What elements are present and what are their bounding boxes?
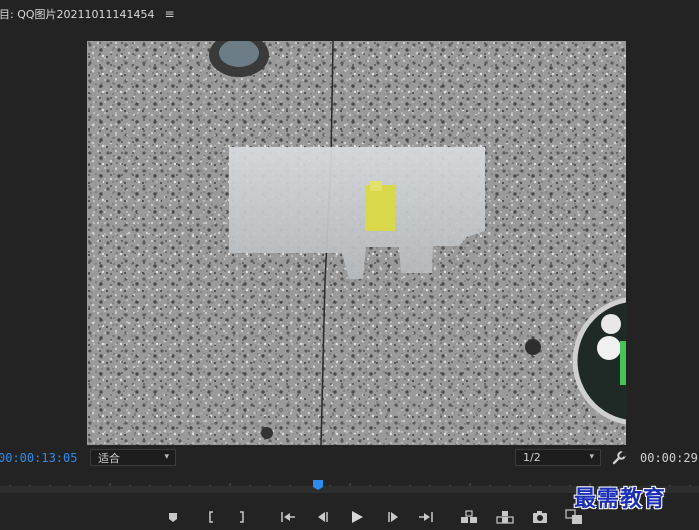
play-icon[interactable] (349, 509, 367, 525)
export-frame-icon[interactable] (532, 509, 550, 525)
watermark-logo: 最需教育 (574, 487, 667, 512)
wrench-icon[interactable] (612, 450, 627, 469)
current-timecode[interactable]: 00:00:13:05 (0, 451, 77, 465)
playhead-icon[interactable] (312, 476, 324, 495)
clip-title: 目: QQ图片20211011141454 (0, 8, 155, 21)
chevron-down-icon: ▾ (589, 452, 594, 462)
monitor-titlebar: 目: QQ图片20211011141454 ≡ (0, 0, 699, 28)
video-frame[interactable] (87, 41, 626, 445)
step-back-icon[interactable] (315, 509, 333, 525)
go-to-in-icon[interactable] (280, 509, 298, 525)
resolution-value: 1/2 (523, 451, 541, 464)
zoom-value: 适合 (98, 451, 120, 465)
hamburger-icon[interactable]: ≡ (165, 7, 175, 21)
mark-in-icon[interactable] (204, 509, 222, 525)
duration-timecode: 00:00:29: (640, 451, 699, 465)
go-to-out-icon[interactable] (418, 509, 436, 525)
insert-icon[interactable] (460, 509, 478, 525)
resolution-dropdown[interactable]: 1/2 ▾ (515, 449, 601, 466)
zoom-dropdown[interactable]: 适合 ▾ (90, 449, 176, 466)
chevron-down-icon: ▾ (164, 452, 169, 462)
step-forward-icon[interactable] (385, 509, 403, 525)
overwrite-icon[interactable] (496, 509, 514, 525)
program-monitor (0, 28, 699, 446)
add-marker-icon[interactable] (166, 509, 184, 525)
mark-out-icon[interactable] (235, 509, 253, 525)
monitor-controls: 00:00:13:05 适合 ▾ 1/2 ▾ 00:00:29: (0, 446, 699, 472)
